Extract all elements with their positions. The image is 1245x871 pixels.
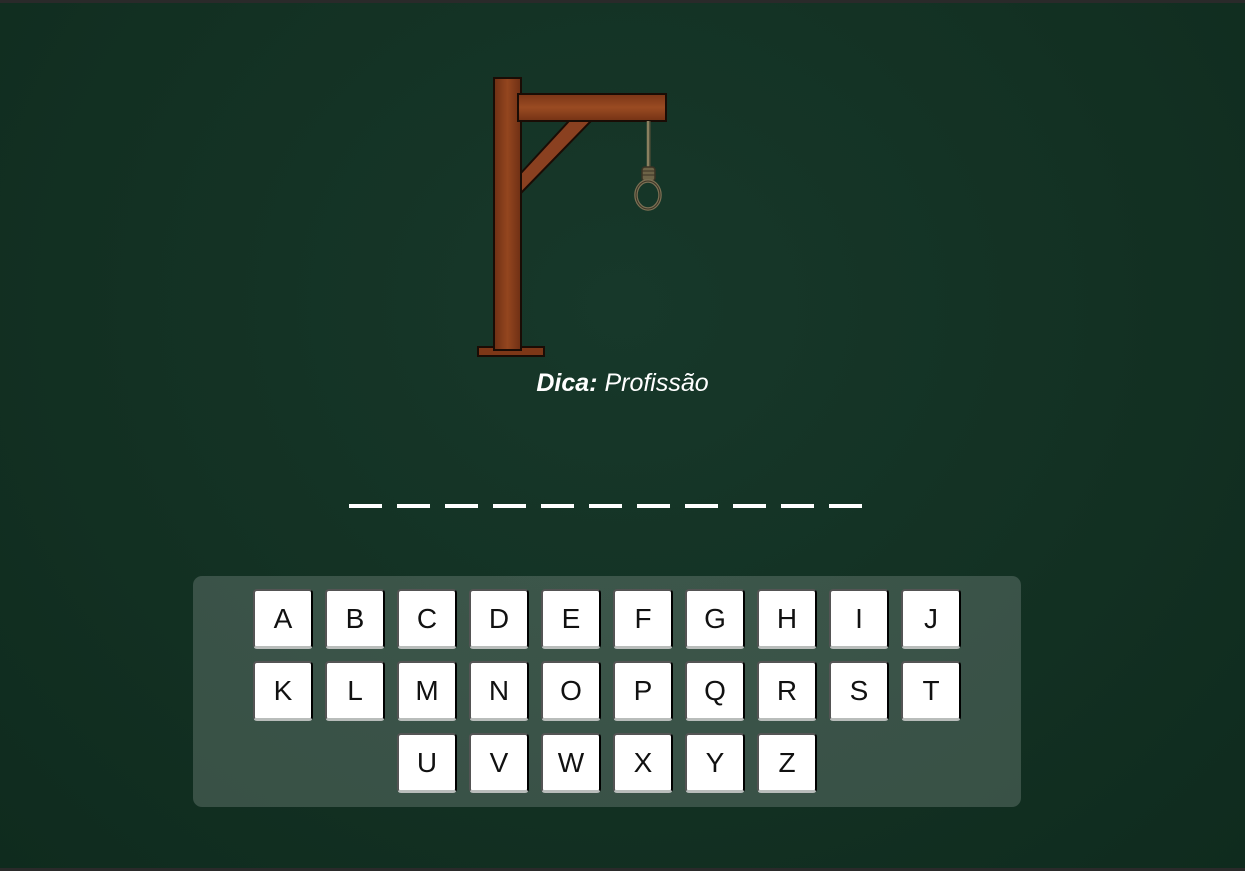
key-g[interactable]: G xyxy=(685,589,745,649)
hint-value: Profissão xyxy=(604,369,709,397)
key-z[interactable]: Z xyxy=(757,733,817,793)
key-c[interactable]: C xyxy=(397,589,457,649)
hint-text: Dica: Profissão xyxy=(0,369,1245,398)
hint-label: Dica: xyxy=(536,369,598,397)
key-w[interactable]: W xyxy=(541,733,601,793)
key-e[interactable]: E xyxy=(541,589,601,649)
key-f[interactable]: F xyxy=(613,589,673,649)
key-j[interactable]: J xyxy=(901,589,961,649)
key-y[interactable]: Y xyxy=(685,733,745,793)
key-u[interactable]: U xyxy=(397,733,457,793)
gallows-image xyxy=(477,77,667,357)
letter-slot xyxy=(685,504,718,508)
word-slots xyxy=(349,504,862,508)
key-m[interactable]: M xyxy=(397,661,457,721)
letter-keyboard: ABCDEFGHIJ KLMNOPQRST UVWXYZ xyxy=(193,576,1021,807)
key-o[interactable]: O xyxy=(541,661,601,721)
letter-slot xyxy=(781,504,814,508)
key-t[interactable]: T xyxy=(901,661,961,721)
key-q[interactable]: Q xyxy=(685,661,745,721)
letter-slot xyxy=(829,504,862,508)
key-v[interactable]: V xyxy=(469,733,529,793)
letter-slot xyxy=(637,504,670,508)
letter-slot xyxy=(733,504,766,508)
keyboard-row: ABCDEFGHIJ xyxy=(193,589,1021,649)
key-n[interactable]: N xyxy=(469,661,529,721)
key-k[interactable]: K xyxy=(253,661,313,721)
game-board: Dica: Profissão ABCDEFGHIJ KLMNOPQRST UVWX… xyxy=(0,3,1245,868)
letter-slot xyxy=(397,504,430,508)
letter-slot xyxy=(349,504,382,508)
letter-slot xyxy=(589,504,622,508)
key-h[interactable]: H xyxy=(757,589,817,649)
key-s[interactable]: S xyxy=(829,661,889,721)
key-b[interactable]: B xyxy=(325,589,385,649)
letter-slot xyxy=(445,504,478,508)
key-a[interactable]: A xyxy=(253,589,313,649)
letter-slot xyxy=(541,504,574,508)
keyboard-row: UVWXYZ xyxy=(193,733,1021,793)
key-i[interactable]: I xyxy=(829,589,889,649)
key-l[interactable]: L xyxy=(325,661,385,721)
letter-slot xyxy=(493,504,526,508)
key-x[interactable]: X xyxy=(613,733,673,793)
key-r[interactable]: R xyxy=(757,661,817,721)
key-p[interactable]: P xyxy=(613,661,673,721)
keyboard-row: KLMNOPQRST xyxy=(193,661,1021,721)
key-d[interactable]: D xyxy=(469,589,529,649)
